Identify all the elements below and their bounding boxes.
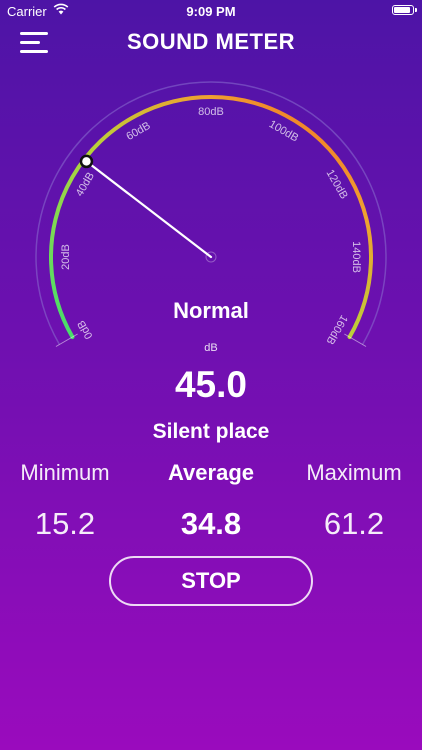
gauge-tick-label: 140dB [350, 241, 362, 273]
current-db-value: 45.0 [174, 364, 247, 405]
gauge-tick-label: 80dB [198, 106, 224, 118]
maximum-value: 61.2 [323, 506, 385, 541]
navigation-bar: SOUND METER [0, 22, 422, 62]
maximum-stat: Maximum 61.2 [284, 460, 422, 542]
gauge-tick-label: 20dB [60, 244, 72, 270]
average-stat: Average 34.8 [141, 460, 281, 542]
stop-button[interactable]: STOP [109, 556, 313, 606]
gauge-tick-label: 60dB [124, 120, 152, 143]
unit-label: dB [204, 342, 218, 354]
gauge-tick-label: 40dB [74, 170, 97, 198]
minimum-label: Minimum [20, 460, 110, 485]
average-value: 34.8 [180, 506, 242, 541]
maximum-label: Maximum [306, 460, 402, 485]
gauge-needle-knob [79, 154, 94, 169]
environment-description: Silent place [152, 420, 270, 443]
page-title: SOUND METER [126, 29, 296, 54]
minimum-value: 15.2 [34, 506, 96, 541]
status-bar: Carrier 9:09 PM [0, 0, 422, 22]
noise-status-label: Normal [173, 298, 249, 323]
battery-icon [392, 5, 417, 15]
clock-time: 9:09 PM [186, 4, 236, 19]
average-label: Average [167, 460, 254, 485]
minimum-stat: Minimum 15.2 [0, 460, 135, 542]
gauge-needle [85, 160, 213, 259]
